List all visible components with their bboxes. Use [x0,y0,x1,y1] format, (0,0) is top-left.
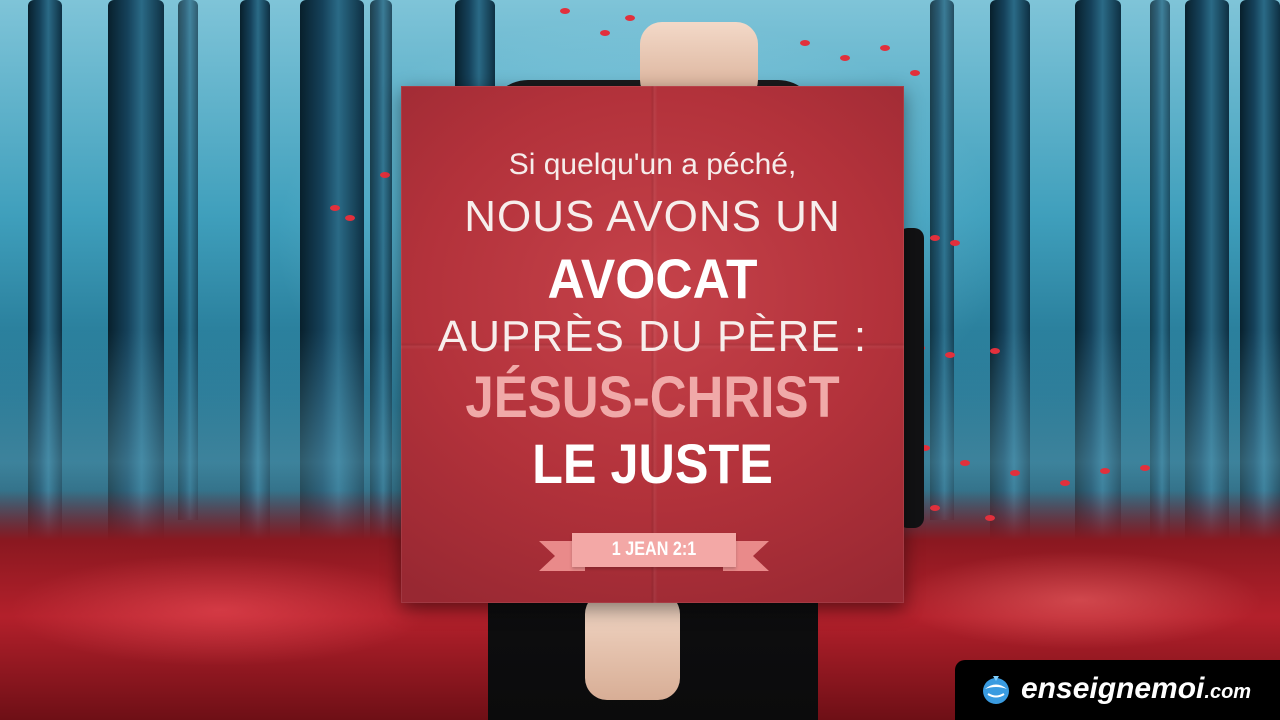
verse-line-5: JÉSUS-CHRIST [465,365,840,430]
site-name-main: enseignemoi [1021,672,1205,705]
verse-line-1: Si quelqu'un a péché, [508,148,797,181]
site-name-suffix: .com [1204,681,1252,703]
verse-reference: 1 JEAN 2:1 [611,539,697,560]
bottom-hand [585,592,680,700]
site-name: enseignemoi.com [1021,672,1251,706]
verse-line-2: NOUS AVONS UN [464,192,841,241]
verse-line-4: AUPRÈS DU PÈRE : [437,312,868,361]
verse-line-3: AVOCAT [547,247,758,310]
ribbon-band: 1 JEAN 2:1 [572,533,736,567]
reference-ribbon: 1 JEAN 2:1 [539,533,769,571]
verse-sign: Si quelqu'un a péché, NOUS AVONS UN AVOC… [401,86,904,603]
site-watermark[interactable]: enseignemoi.com [955,660,1280,720]
verse-line-6: LE JUSTE [532,432,773,495]
globe-logo-icon [983,676,1009,704]
